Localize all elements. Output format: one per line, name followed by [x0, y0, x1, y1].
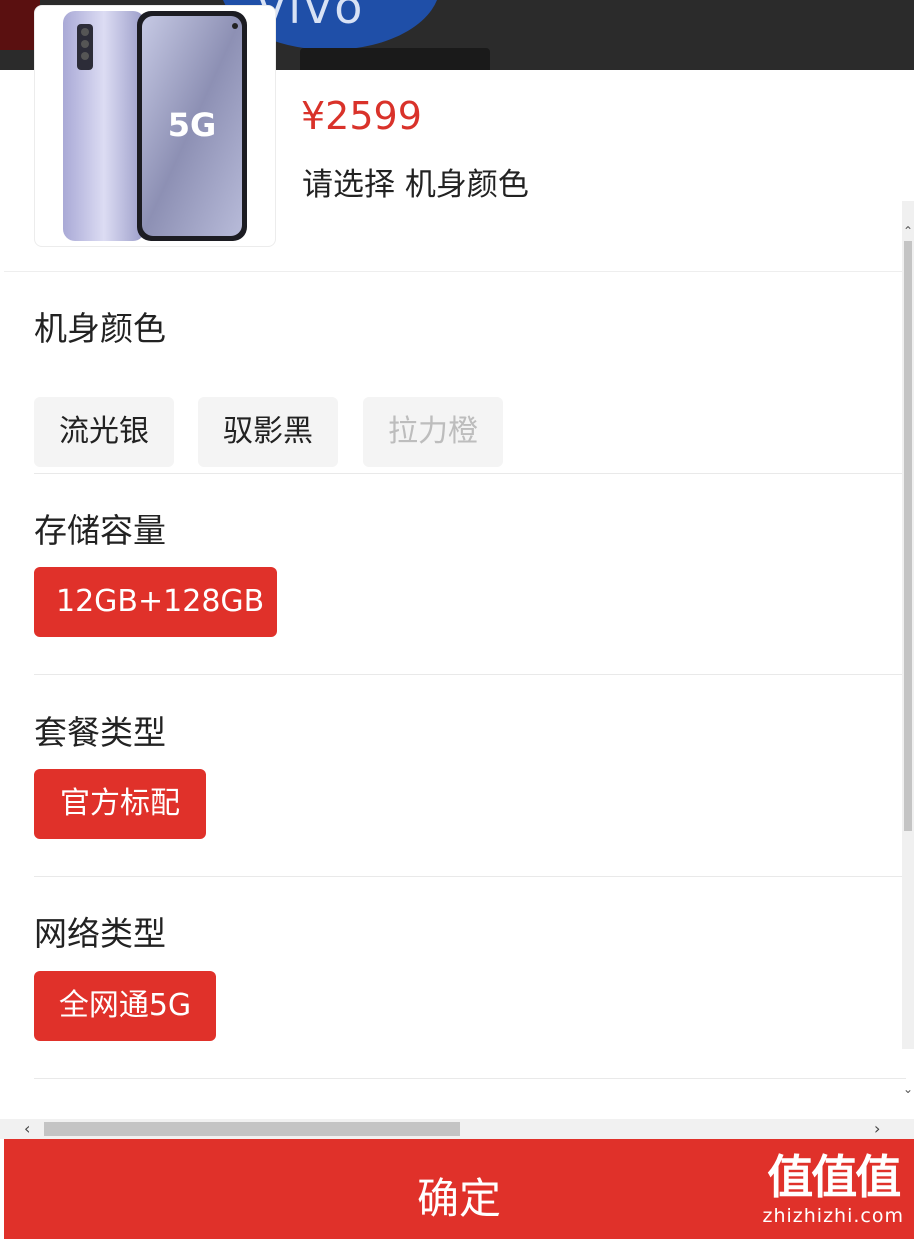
watermark: 值值值 zhizhizhi.com: [762, 1150, 904, 1228]
group-storage: 存储容量 12GB+128GB: [34, 504, 904, 644]
product-price: ¥2599: [301, 94, 422, 138]
sku-selector-sheet: 5G ¥2599 请选择 机身颜色 机身颜色 流光银 驭影黑 拉力橙 存储容量 …: [4, 5, 914, 1239]
divider: [34, 1078, 906, 1079]
product-header: 5G ¥2599 请选择 机身颜色: [4, 5, 914, 270]
watermark-logo: 值值值: [767, 1150, 901, 1204]
background-bar: [300, 48, 490, 70]
options-scroll-area[interactable]: 机身颜色 流光银 驭影黑 拉力橙 存储容量 12GB+128GB 套餐类型 官方…: [4, 271, 906, 1120]
group-color: 机身颜色 流光银 驭影黑 拉力橙: [34, 302, 904, 467]
scroll-up-arrow-icon[interactable]: ⌃: [902, 225, 914, 237]
group-title-color: 机身颜色: [34, 309, 166, 348]
product-image: 5G: [34, 5, 276, 247]
divider: [34, 876, 906, 877]
phone-5g-label: 5G: [168, 106, 217, 144]
option-network-5g[interactable]: 全网通5G: [34, 971, 216, 1041]
group-title-network: 网络类型: [34, 914, 166, 953]
scroll-left-arrow-icon[interactable]: ‹: [24, 1119, 30, 1139]
option-storage-12-128[interactable]: 12GB+128GB: [34, 567, 277, 637]
phone-back: [63, 11, 145, 241]
group-title-package: 套餐类型: [34, 713, 166, 752]
phone-illustration: 5G: [63, 11, 247, 241]
option-color-orange: 拉力橙: [363, 397, 503, 467]
option-color-silver[interactable]: 流光银: [34, 397, 174, 467]
vertical-scrollbar[interactable]: ⌃ ⌄: [902, 201, 914, 1095]
scroll-down-arrow-icon[interactable]: ⌄: [902, 1083, 914, 1095]
vertical-scroll-thumb[interactable]: [904, 241, 912, 831]
group-title-storage: 存储容量: [34, 511, 166, 550]
scroll-right-arrow-icon[interactable]: ›: [874, 1119, 880, 1139]
horizontal-scrollbar[interactable]: ‹ ›: [0, 1119, 914, 1139]
selection-hint: 请选择 机身颜色: [302, 167, 529, 203]
divider: [34, 473, 906, 474]
group-package: 套餐类型 官方标配: [34, 706, 904, 846]
watermark-url: zhizhizhi.com: [762, 1205, 904, 1227]
group-network: 网络类型 全网通5G: [34, 907, 904, 1047]
divider: [34, 674, 906, 675]
option-package-standard[interactable]: 官方标配: [34, 769, 206, 839]
horizontal-scroll-thumb[interactable]: [44, 1122, 460, 1136]
option-color-black[interactable]: 驭影黑: [198, 397, 338, 467]
